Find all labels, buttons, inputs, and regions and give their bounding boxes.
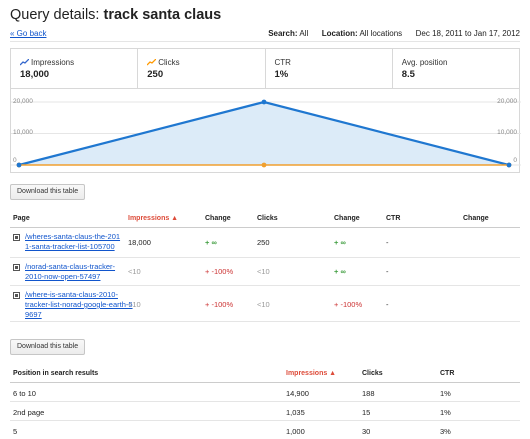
query-name: track santa claus [103, 7, 222, 23]
position-value: 6 to 10 [13, 389, 36, 398]
ctr-value: 1% [440, 389, 451, 398]
impressions-value: 1,000 [286, 427, 305, 436]
position-value: 5 [13, 427, 18, 436]
search-filter-label: Search: [268, 29, 298, 38]
positions-table: Position in search results Impressions ▲… [10, 366, 520, 439]
download-pages-button[interactable]: Download this table [10, 184, 86, 200]
col-ctr[interactable]: CTR [440, 370, 454, 377]
table-header: Position in search results Impressions ▲… [10, 366, 520, 383]
col-impressions[interactable]: Impressions ▲ [286, 370, 336, 377]
clicks-value: 250 [257, 238, 270, 247]
impressions-point [16, 162, 22, 168]
location-filter-value[interactable]: All locations [359, 29, 402, 38]
summary-value: 18,000 [20, 69, 50, 80]
col-page[interactable]: Page [13, 215, 30, 222]
performance-chart: 20,000 10,000 0 20,000 10,000 0 [10, 88, 521, 173]
impressions-value: 18,000 [128, 238, 151, 247]
chart-svg [11, 99, 521, 168]
impressions-point [506, 162, 512, 168]
filter-bar: « Go back Search: All Location: All loca… [10, 26, 520, 42]
summary-value: 1% [274, 69, 289, 80]
col-ctr-change[interactable]: Change [463, 215, 489, 222]
table-row: 2nd page 1,035 15 1% [10, 402, 520, 421]
col-impressions-change[interactable]: Change [205, 215, 231, 222]
summary-impressions[interactable]: Impressions 18,000 [11, 49, 139, 88]
impressions-change: + -100% [205, 300, 234, 309]
ctr-value: 3% [440, 427, 451, 436]
impressions-value: <10 [128, 300, 141, 309]
col-clicks[interactable]: Clicks [257, 215, 278, 222]
summary-clicks[interactable]: Clicks 250 [138, 49, 266, 88]
ctr-value: - [386, 300, 389, 309]
table-row: 5 1,000 30 3% [10, 421, 520, 439]
clicks-point [261, 162, 267, 168]
col-clicks[interactable]: Clicks [362, 370, 383, 377]
ctr-value: - [386, 267, 389, 276]
col-clicks-change[interactable]: Change [334, 215, 360, 222]
summary-value: 250 [147, 69, 164, 80]
position-value: 2nd page [13, 408, 45, 417]
y-tick-right-top: 20,000 [497, 98, 517, 105]
date-range[interactable]: Dec 18, 2011 to Jan 17, 2012 [416, 29, 520, 38]
summary-value: 8.5 [401, 69, 415, 80]
y-tick-right-mid: 10,000 [497, 129, 517, 136]
summary-avg-position[interactable]: Avg. position 8.5 [393, 49, 519, 88]
y-tick-left-mid: 10,000 [13, 129, 33, 136]
summary-label: Clicks [158, 58, 180, 67]
clicks-value: 30 [362, 427, 371, 436]
table-row: /where-is-santa-claus-2010- tracker-list… [10, 286, 520, 322]
table-header: Page Impressions ▲ Change Clicks Change … [10, 210, 520, 228]
page-icon [13, 234, 20, 241]
go-back-link[interactable]: « Go back [10, 29, 46, 38]
pages-table: Page Impressions ▲ Change Clicks Change … [10, 210, 520, 322]
clicks-value: 188 [362, 389, 375, 398]
search-filter-value[interactable]: All [299, 29, 308, 38]
impressions-point [261, 99, 267, 105]
clicks-value: <10 [257, 267, 270, 276]
y-tick-right-bottom: 0 [513, 157, 517, 164]
page-title: Query details: track santa claus [10, 7, 221, 23]
summary-label: Impressions [31, 58, 75, 67]
clicks-change: + ∞ [334, 238, 346, 247]
summary-ctr[interactable]: CTR 1% [266, 49, 393, 88]
page-icon [13, 264, 20, 271]
location-filter-label: Location: [321, 29, 358, 38]
ctr-value: - [386, 238, 389, 247]
col-impressions[interactable]: Impressions ▲ [128, 215, 178, 222]
download-positions-button[interactable]: Download this table [10, 339, 86, 355]
impressions-change: + ∞ [205, 238, 217, 247]
page-url-link[interactable]: /norad-santa-claus-tracker- 2010-now-ope… [25, 262, 125, 282]
table-row: 6 to 10 14,900 188 1% [10, 383, 520, 402]
table-row: /wheres-santa-claus-the-201 1-santa-trac… [10, 228, 520, 258]
clicks-change: + -100% [334, 300, 363, 309]
col-ctr[interactable]: CTR [386, 215, 400, 222]
impressions-change: + -100% [205, 267, 234, 276]
clicks-value: 15 [362, 408, 371, 417]
page-url-link[interactable]: /where-is-santa-claus-2010- tracker-list… [25, 290, 135, 320]
impressions-trend-icon [20, 59, 29, 66]
y-tick-left-top: 20,000 [13, 98, 33, 105]
summary-label: Avg. position [401, 58, 448, 67]
page-icon [13, 292, 20, 299]
impressions-value: 1,035 [286, 408, 305, 417]
impressions-value: <10 [128, 267, 141, 276]
clicks-trend-icon [147, 59, 157, 66]
col-position[interactable]: Position in search results [13, 370, 98, 377]
table-row: /norad-santa-claus-tracker- 2010-now-ope… [10, 258, 520, 286]
page-url-link[interactable]: /wheres-santa-claus-the-201 1-santa-trac… [25, 232, 125, 252]
clicks-value: <10 [257, 300, 270, 309]
clicks-change: + ∞ [334, 267, 346, 276]
summary-bar: Impressions 18,000 Clicks 250 CTR 1% Avg… [10, 48, 520, 88]
title-prefix: Query details: [10, 7, 104, 23]
impressions-value: 14,900 [286, 389, 309, 398]
summary-label: CTR [274, 58, 291, 67]
ctr-value: 1% [440, 408, 451, 417]
y-tick-left-bottom: 0 [13, 157, 17, 164]
filters: Search: All Location: All locations Dec … [268, 29, 520, 38]
